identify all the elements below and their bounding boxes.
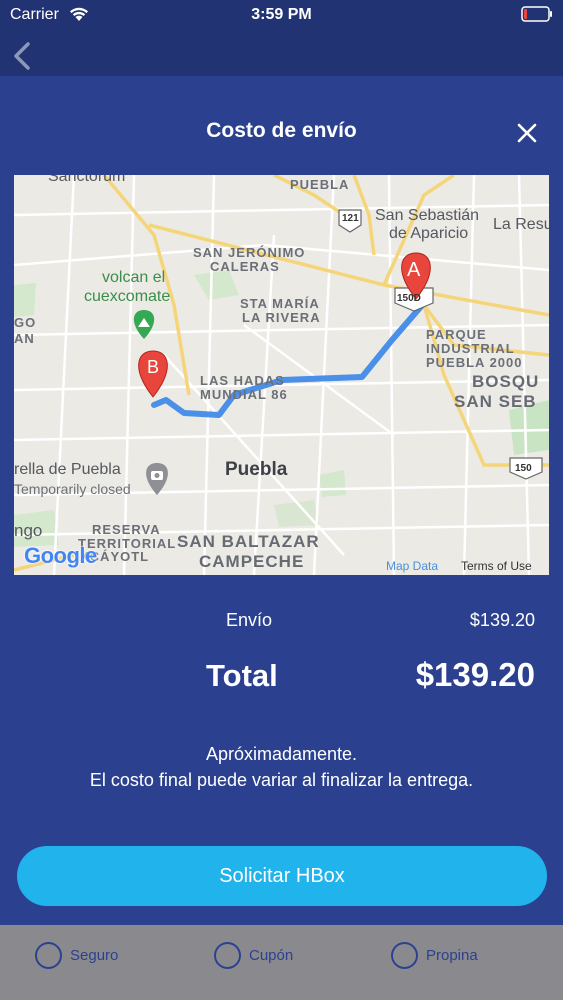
map-label: PUEBLA 2000 — [426, 355, 523, 370]
option-label: Cupón — [249, 946, 294, 964]
map-label: PUEBLA — [290, 177, 350, 192]
map-label: BOSQU — [472, 372, 540, 391]
map-label: Sanctorum — [48, 175, 126, 185]
map-label: Temporarily closed — [14, 481, 131, 497]
map-label: SAN BALTAZAR — [177, 532, 320, 551]
map-label: ngo — [14, 521, 43, 540]
nav-bar — [0, 30, 563, 76]
map-label: San Sebastián — [375, 207, 480, 224]
route-121-label: 121 — [342, 213, 359, 224]
google-logo: Google — [24, 543, 97, 568]
shipping-cost-modal: Costo de envío Sanctorum PUEBLA 121 San … — [0, 76, 563, 925]
map-label: INDUSTRIAL — [426, 341, 515, 356]
map-label: SAN JERÓNIMO — [193, 245, 306, 260]
shipping-fee-value: $139.20 — [469, 610, 535, 630]
status-time: 3:59 PM — [251, 6, 312, 23]
map-label: volcan el — [102, 269, 166, 286]
park-area — [319, 470, 346, 497]
option-propina[interactable]: Propina — [391, 941, 478, 969]
map-label: RESERVA — [92, 522, 161, 537]
cost-disclaimer: Apróximadamente. El costo final puede va… — [0, 741, 563, 793]
total-label: Total — [206, 658, 278, 693]
total-value: $139.20 — [415, 656, 535, 693]
option-cupon[interactable]: Cupón — [214, 941, 293, 969]
park-pin-icon — [133, 310, 155, 339]
map-label: LA RIVERA — [242, 310, 321, 325]
option-label: Seguro — [70, 946, 119, 964]
park-area — [194, 270, 239, 300]
route-150-label: 150 — [515, 463, 532, 474]
shipping-fee-label: Envío — [226, 610, 273, 630]
status-bar: Carrier 3:59 PM — [0, 0, 563, 30]
destination-marker-label: B — [147, 357, 160, 377]
battery-icon — [521, 6, 552, 22]
option-label: Propina — [426, 946, 478, 964]
map-label: La Resu — [493, 216, 549, 233]
map-data-link[interactable]: Map Data — [386, 559, 438, 573]
map-label: CALERAS — [210, 259, 280, 274]
terms-of-use-link[interactable]: Terms of Use — [461, 559, 532, 573]
route-map[interactable]: Sanctorum PUEBLA 121 San Sebastián de Ap… — [14, 175, 549, 575]
map-label: LAS HADAS — [200, 373, 285, 388]
map-label: AN — [14, 331, 35, 346]
map-label: GO — [14, 315, 37, 330]
radio-icon[interactable] — [35, 941, 62, 969]
park-area — [14, 283, 36, 317]
modal-title: Costo de envío — [206, 119, 357, 142]
map-label: MUNDIAL 86 — [200, 387, 288, 402]
map-label: rella de Puebla — [14, 461, 121, 478]
disclaimer-line-1: Apróximadamente. — [205, 744, 358, 764]
city-label: Puebla — [225, 459, 288, 480]
radio-icon[interactable] — [391, 941, 418, 969]
disclaimer-line-2: El costo final puede variar al finalizar… — [89, 770, 474, 790]
radio-icon[interactable] — [214, 941, 241, 969]
map-label: SAN SEB — [454, 392, 537, 411]
map-label: STA MARÍA — [240, 296, 320, 311]
bottom-options-bar: Seguro Cupón Propina — [0, 925, 563, 1000]
map-label: cuexcomate — [84, 288, 171, 305]
route-150d-label: 150D — [397, 293, 421, 304]
request-hbox-button[interactable]: Solicitar HBox — [17, 846, 547, 906]
map-label: CAMPECHE — [199, 552, 305, 571]
camera-pin-icon — [146, 463, 168, 495]
option-seguro[interactable]: Seguro — [35, 941, 118, 969]
origin-marker-label: A — [407, 259, 421, 281]
map-label: PARQUE — [426, 327, 487, 342]
map-label: de Aparicio — [389, 225, 469, 242]
chevron-left-icon[interactable] — [10, 40, 34, 72]
close-icon[interactable] — [515, 121, 539, 145]
